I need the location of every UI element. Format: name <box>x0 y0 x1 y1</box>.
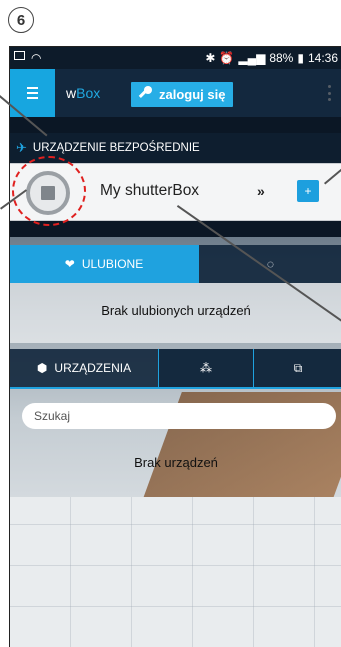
clock: 14:36 <box>307 51 338 65</box>
more-vert-icon <box>328 85 331 88</box>
device-name: My shutterBox <box>100 182 200 199</box>
tab-rooms[interactable]: ⧉ <box>253 349 341 387</box>
app-logo: wBox <box>66 85 101 101</box>
alarm-icon: ⏰ <box>219 51 235 65</box>
key-icon <box>137 85 153 104</box>
devices-tab-bar: ⬢ URZĄDZENIA ⁂ ⧉ <box>10 349 341 389</box>
tab-favorites-label: ULUBIONE <box>81 257 144 271</box>
login-label: zaloguj się <box>159 87 226 102</box>
device-row[interactable]: My shutterBox » + <box>10 156 341 226</box>
overflow-menu-button[interactable] <box>328 85 332 101</box>
phone-screen: ◠ ✱ ⏰ ▂▄▆ 88% ▮ 14:36 wBox zaloguj się ✈… <box>9 46 341 647</box>
direct-device-title: URZĄDZENIE BEZPOŚREDNIE <box>32 142 200 154</box>
tab-devices-label: URZĄDZENIA <box>54 361 132 375</box>
step-number-badge: 6 <box>8 7 34 33</box>
search-input[interactable] <box>22 403 336 429</box>
hamburger-icon <box>27 87 38 89</box>
heart-icon: ❤ <box>64 257 75 271</box>
battery-percent: 88% <box>269 51 294 65</box>
devices-empty-text: Brak urządzeń <box>134 455 218 470</box>
background-tiles <box>10 497 341 647</box>
add-device-button[interactable]: + <box>297 180 319 202</box>
bluetooth-icon: ✱ <box>205 51 216 65</box>
tab-favorites[interactable]: ❤ ULUBIONE <box>10 245 198 283</box>
signal-icon: ▂▄▆ <box>238 51 266 65</box>
favorites-panel: Brak ulubionych urządzeń <box>10 283 341 343</box>
pin-icon: ✈ <box>16 140 27 155</box>
image-icon <box>14 51 25 60</box>
rooms-icon: ⧉ <box>293 360 303 375</box>
wifi-icon: ◠ <box>31 51 42 65</box>
app-bar: wBox zaloguj się <box>10 69 341 117</box>
favorites-empty-text: Brak ulubionych urządzeń <box>101 303 251 318</box>
tab-devices[interactable]: ⬢ URZĄDZENIA <box>10 349 158 387</box>
tab-groups[interactable]: ⁂ <box>158 349 253 387</box>
tab-favorites-scenes[interactable]: ◌ <box>198 245 341 283</box>
device-open-arrow[interactable]: » <box>257 183 265 199</box>
status-bar: ◠ ✱ ⏰ ▂▄▆ 88% ▮ 14:36 <box>10 47 341 69</box>
cube-icon: ⬢ <box>36 361 48 375</box>
favorites-tab-bar: ❤ ULUBIONE ◌ <box>10 245 341 283</box>
login-button[interactable]: zaloguj się <box>131 82 234 107</box>
groups-icon: ⁂ <box>200 361 212 375</box>
battery-icon: ▮ <box>297 51 304 65</box>
